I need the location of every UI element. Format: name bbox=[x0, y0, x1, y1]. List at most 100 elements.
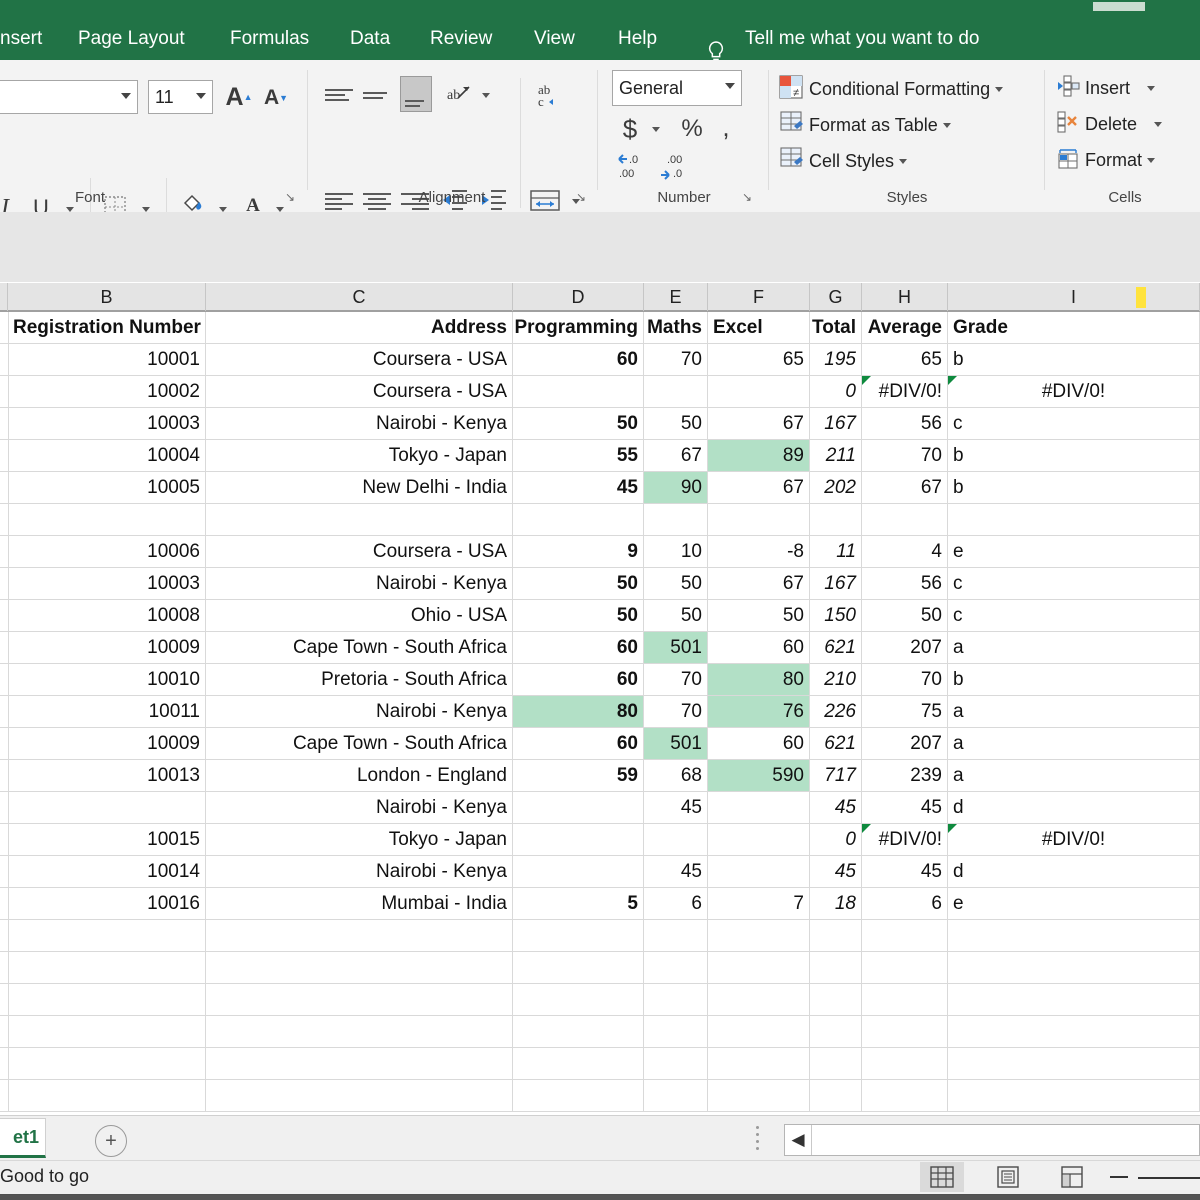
cell-C15[interactable]: Nairobi - Kenya bbox=[206, 792, 513, 823]
font-size-combo[interactable]: 11 bbox=[148, 80, 213, 114]
cell-H22[interactable] bbox=[862, 1016, 948, 1047]
cell-H23[interactable] bbox=[862, 1048, 948, 1079]
page-layout-view-button[interactable] bbox=[986, 1162, 1030, 1192]
cell-I22[interactable] bbox=[948, 1016, 1200, 1047]
cell-D23[interactable] bbox=[513, 1048, 644, 1079]
cell-F24[interactable] bbox=[708, 1080, 810, 1111]
alignment-dialog-launcher[interactable]: ↘ bbox=[576, 191, 589, 204]
cell-G15[interactable]: 45 bbox=[810, 792, 862, 823]
cell-B13[interactable]: 10009 bbox=[8, 728, 206, 759]
cell-E20[interactable] bbox=[644, 952, 708, 983]
cell-G4[interactable]: 211 bbox=[810, 440, 862, 471]
cell-I5[interactable]: b bbox=[948, 472, 1200, 503]
cell-C6[interactable] bbox=[206, 504, 513, 535]
cell-B19[interactable] bbox=[8, 920, 206, 951]
tab-insert[interactable]: nsert bbox=[0, 18, 42, 60]
font-dialog-launcher[interactable]: ↘ bbox=[285, 191, 298, 204]
cell-I23[interactable] bbox=[948, 1048, 1200, 1079]
cell-G10[interactable]: 621 bbox=[810, 632, 862, 663]
column-header-C[interactable]: C bbox=[206, 283, 513, 311]
cell-F22[interactable] bbox=[708, 1016, 810, 1047]
cell-I11[interactable]: b bbox=[948, 664, 1200, 695]
cell-D5[interactable]: 45 bbox=[513, 472, 644, 503]
cell-B18[interactable]: 10016 bbox=[8, 888, 206, 919]
decrease-font-size-button[interactable]: A ▼ bbox=[262, 84, 290, 112]
cell-C11[interactable]: Pretoria - South Africa bbox=[206, 664, 513, 695]
cell-D12[interactable]: 80 bbox=[513, 696, 644, 727]
cell-C8[interactable]: Nairobi - Kenya bbox=[206, 568, 513, 599]
cell-C12[interactable]: Nairobi - Kenya bbox=[206, 696, 513, 727]
middle-align-button[interactable] bbox=[363, 84, 391, 106]
cell-B8[interactable]: 10003 bbox=[8, 568, 206, 599]
cell-G9[interactable]: 150 bbox=[810, 600, 862, 631]
cell-F14[interactable]: 590 bbox=[708, 760, 810, 791]
cell-F1[interactable]: 65 bbox=[708, 344, 810, 375]
cell-D21[interactable] bbox=[513, 984, 644, 1015]
cell-G6[interactable] bbox=[810, 504, 862, 535]
comma-format-button[interactable]: , bbox=[714, 112, 738, 142]
cell-B6[interactable] bbox=[8, 504, 206, 535]
cell-F16[interactable] bbox=[708, 824, 810, 855]
column-header-F[interactable]: F bbox=[708, 283, 810, 311]
cell-G14[interactable]: 717 bbox=[810, 760, 862, 791]
orientation-dropdown[interactable] bbox=[478, 88, 494, 102]
cell-I3[interactable]: c bbox=[948, 408, 1200, 439]
cell-I7[interactable]: e bbox=[948, 536, 1200, 567]
zoom-out-button[interactable] bbox=[1110, 1176, 1128, 1178]
cell-D7[interactable]: 9 bbox=[513, 536, 644, 567]
cell-D4[interactable]: 55 bbox=[513, 440, 644, 471]
cell-F7[interactable]: -8 bbox=[708, 536, 810, 567]
cell-C3[interactable]: Nairobi - Kenya bbox=[206, 408, 513, 439]
cell-B21[interactable] bbox=[8, 984, 206, 1015]
cell-D24[interactable] bbox=[513, 1080, 644, 1111]
cell-G1[interactable]: 195 bbox=[810, 344, 862, 375]
cell-C17[interactable]: Nairobi - Kenya bbox=[206, 856, 513, 887]
cell-C1[interactable]: Coursera - USA bbox=[206, 344, 513, 375]
cell-G3[interactable]: 167 bbox=[810, 408, 862, 439]
cell-H15[interactable]: 45 bbox=[862, 792, 948, 823]
cell-G7[interactable]: 11 bbox=[810, 536, 862, 567]
cell-D9[interactable]: 50 bbox=[513, 600, 644, 631]
cell-B10[interactable]: 10009 bbox=[8, 632, 206, 663]
cell-D8[interactable]: 50 bbox=[513, 568, 644, 599]
cell-F11[interactable]: 80 bbox=[708, 664, 810, 695]
cell-I15[interactable]: d bbox=[948, 792, 1200, 823]
sheet-scroll-grip[interactable] bbox=[756, 1126, 760, 1154]
sheet-tab-sheet1[interactable]: et1 bbox=[0, 1118, 46, 1158]
decrease-decimal-button[interactable]: .0 .00 bbox=[614, 150, 650, 182]
cell-E3[interactable]: 50 bbox=[644, 408, 708, 439]
orientation-button[interactable]: ab bbox=[442, 78, 474, 110]
cell-G24[interactable] bbox=[810, 1080, 862, 1111]
cell-C21[interactable] bbox=[206, 984, 513, 1015]
cell-I9[interactable]: c bbox=[948, 600, 1200, 631]
cell-B23[interactable] bbox=[8, 1048, 206, 1079]
cell-B2[interactable]: 10002 bbox=[8, 376, 206, 407]
cell-I6[interactable] bbox=[948, 504, 1200, 535]
cell-E10[interactable]: 501 bbox=[644, 632, 708, 663]
cell-H3[interactable]: 56 bbox=[862, 408, 948, 439]
cell-I8[interactable]: c bbox=[948, 568, 1200, 599]
cell-D16[interactable] bbox=[513, 824, 644, 855]
cell-E11[interactable]: 70 bbox=[644, 664, 708, 695]
cell-F19[interactable] bbox=[708, 920, 810, 951]
cell-G13[interactable]: 621 bbox=[810, 728, 862, 759]
cell-D13[interactable]: 60 bbox=[513, 728, 644, 759]
cell-B24[interactable] bbox=[8, 1080, 206, 1111]
cell-B15[interactable] bbox=[8, 792, 206, 823]
cell-C24[interactable] bbox=[206, 1080, 513, 1111]
cell-C5[interactable]: New Delhi - India bbox=[206, 472, 513, 503]
cell-H11[interactable]: 70 bbox=[862, 664, 948, 695]
increase-decimal-button[interactable]: .00 .0 bbox=[656, 150, 692, 182]
tab-review[interactable]: Review bbox=[430, 18, 492, 60]
conditional-formatting-button[interactable]: ≠ Conditional Formatting bbox=[778, 74, 1004, 105]
cell-H18[interactable]: 6 bbox=[862, 888, 948, 919]
cell-G11[interactable]: 210 bbox=[810, 664, 862, 695]
header-cell-E[interactable]: Maths bbox=[644, 312, 708, 343]
accounting-dropdown[interactable] bbox=[648, 122, 664, 136]
cell-E14[interactable]: 68 bbox=[644, 760, 708, 791]
cell-I24[interactable] bbox=[948, 1080, 1200, 1111]
cell-C23[interactable] bbox=[206, 1048, 513, 1079]
cell-B5[interactable]: 10005 bbox=[8, 472, 206, 503]
cell-C16[interactable]: Tokyo - Japan bbox=[206, 824, 513, 855]
header-cell-F[interactable]: Excel bbox=[708, 312, 810, 343]
